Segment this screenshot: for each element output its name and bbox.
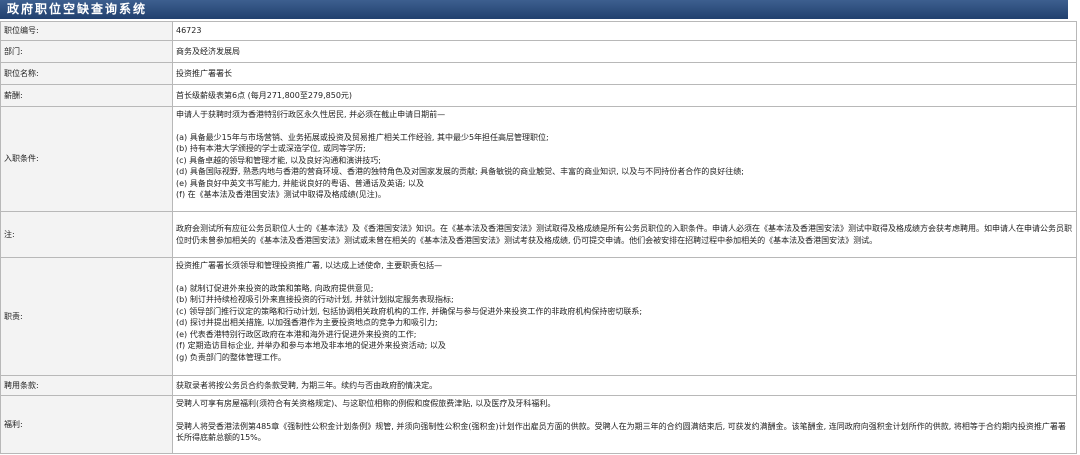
row-department: 部门: 商务及经济发展局 <box>0 40 1077 63</box>
row-entry-requirements: 入职条件: 申请人于获聘时须为香港特别行政区永久性居民, 并必须在截止申请日期前… <box>0 106 1077 212</box>
page: 政府职位空缺查询系统 职位编号: 46723 部门: 商务及经济发展局 职位名称… <box>0 0 1080 455</box>
duties-item-a: (a) 就制订促进外来投资的政策和策略, 向政府提供意见; <box>176 283 374 293</box>
note-value: 政府会测试所有应征公务员职位人士的《基本法》及《香港国安法》知识。在《基本法及香… <box>172 211 1077 258</box>
benefits-value: 受聘人可享有房屋福利(须符合有关资格规定)、与这职位相称的例假和度假旅费津贴, … <box>172 395 1077 454</box>
entry-item-d: (d) 具备国际视野, 熟悉内地与香港的营商环境、香港的独特角色及对国家发展的贡… <box>176 167 744 176</box>
duties-label: 职责: <box>0 257 173 376</box>
department-label: 部门: <box>0 40 173 63</box>
row-post-no: 职位编号: 46723 <box>0 21 1077 41</box>
benefits-paragraph-2: 受聘人将受香港法例第485章《强制性公积金计划条例》规管, 并须向强制性公积金(… <box>176 421 1066 443</box>
note-text: 政府会测试所有应征公务员职位人士的《基本法》及《香港国安法》知识。在《基本法及香… <box>176 224 1072 245</box>
entry-item-b: (b) 持有本港大学颁授的学士或深造学位, 或同等学历; <box>176 144 366 153</box>
salary-label: 薪酬: <box>0 84 173 107</box>
vacancy-details-table: 职位编号: 46723 部门: 商务及经济发展局 职位名称: 投资推广署署长 薪… <box>0 21 1077 454</box>
post-no-label: 职位编号: <box>0 21 173 41</box>
row-duties: 职责: 投资推广署署长须领导和管理投资推广署, 以达成上述使命, 主要职责包括—… <box>0 257 1077 376</box>
note-label: 注: <box>0 211 173 258</box>
benefits-label: 福利: <box>0 395 173 454</box>
entry-item-f: (f) 在《基本法及香港国安法》测试中取得及格成绩(见注)。 <box>176 190 386 199</box>
post-no-value: 46723 <box>172 21 1077 41</box>
post-title-label: 职位名称: <box>0 62 173 85</box>
row-benefits: 福利: 受聘人可享有房屋福利(须符合有关资格规定)、与这职位相称的例假和度假旅费… <box>0 395 1077 454</box>
duties-value: 投资推广署署长须领导和管理投资推广署, 以达成上述使命, 主要职责包括— (a)… <box>172 257 1077 376</box>
row-terms: 聘用条款: 获取录者将按公务员合约条款受聘, 为期三年。续约与否由政府酌情决定。 <box>0 375 1077 396</box>
duties-item-f: (f) 定期造访目标企业, 并举办和参与本地及非本地的促进外来投资活动; 以及 <box>176 341 446 350</box>
row-note: 注: 政府会测试所有应征公务员职位人士的《基本法》及《香港国安法》知识。在《基本… <box>0 211 1077 258</box>
entry-intro: 申请人于获聘时须为香港特别行政区永久性居民, 并必须在截止申请日期前— <box>176 110 446 119</box>
duties-item-d: (d) 探讨并提出相关措施, 以加强香港作为主要投资地点的竞争力和吸引力; <box>176 318 438 327</box>
entry-requirements-label: 入职条件: <box>0 106 173 212</box>
post-title-value: 投资推广署署长 <box>172 62 1077 85</box>
entry-item-e: (e) 具备良好中英文书写能力, 并能说良好的粤语、普通话及英语; 以及 <box>176 178 425 188</box>
entry-item-a: (a) 具备最少15年与市场营销、业务拓展或投资及贸易推广相关工作经验, 其中最… <box>176 132 549 142</box>
row-salary: 薪酬: 首长级薪级表第6点 (每月271,800至279,850元) <box>0 84 1077 107</box>
entry-item-c: (c) 具备卓越的领导和管理才能, 以及良好沟通和演讲技巧; <box>176 155 381 165</box>
salary-value: 首长级薪级表第6点 (每月271,800至279,850元) <box>172 84 1077 107</box>
duties-intro: 投资推广署署长须领导和管理投资推广署, 以达成上述使命, 主要职责包括— <box>176 261 443 270</box>
duties-item-e: (e) 代表香港特别行政区政府在本港和海外进行促进外来投资的工作; <box>176 329 417 339</box>
duties-item-c: (c) 领导部门推行议定的策略和行动计划, 包括协调相关政府机构的工作, 并确保… <box>176 306 643 316</box>
benefits-paragraph-1: 受聘人可享有房屋福利(须符合有关资格规定)、与这职位相称的例假和度假旅费津贴, … <box>176 399 556 408</box>
row-post-title: 职位名称: 投资推广署署长 <box>0 62 1077 85</box>
entry-requirements-value: 申请人于获聘时须为香港特别行政区永久性居民, 并必须在截止申请日期前— (a) … <box>172 106 1077 212</box>
duties-item-g: (g) 负责部门的整体管理工作。 <box>176 352 286 362</box>
page-title: 政府职位空缺查询系统 <box>0 0 1068 19</box>
duties-item-b: (b) 制订并持续检视吸引外来直接投资的行动计划, 并就计划拟定服务表现指标; <box>176 295 454 304</box>
terms-label: 聘用条款: <box>0 375 173 396</box>
department-value: 商务及经济发展局 <box>172 40 1077 63</box>
terms-value: 获取录者将按公务员合约条款受聘, 为期三年。续约与否由政府酌情决定。 <box>172 375 1077 396</box>
